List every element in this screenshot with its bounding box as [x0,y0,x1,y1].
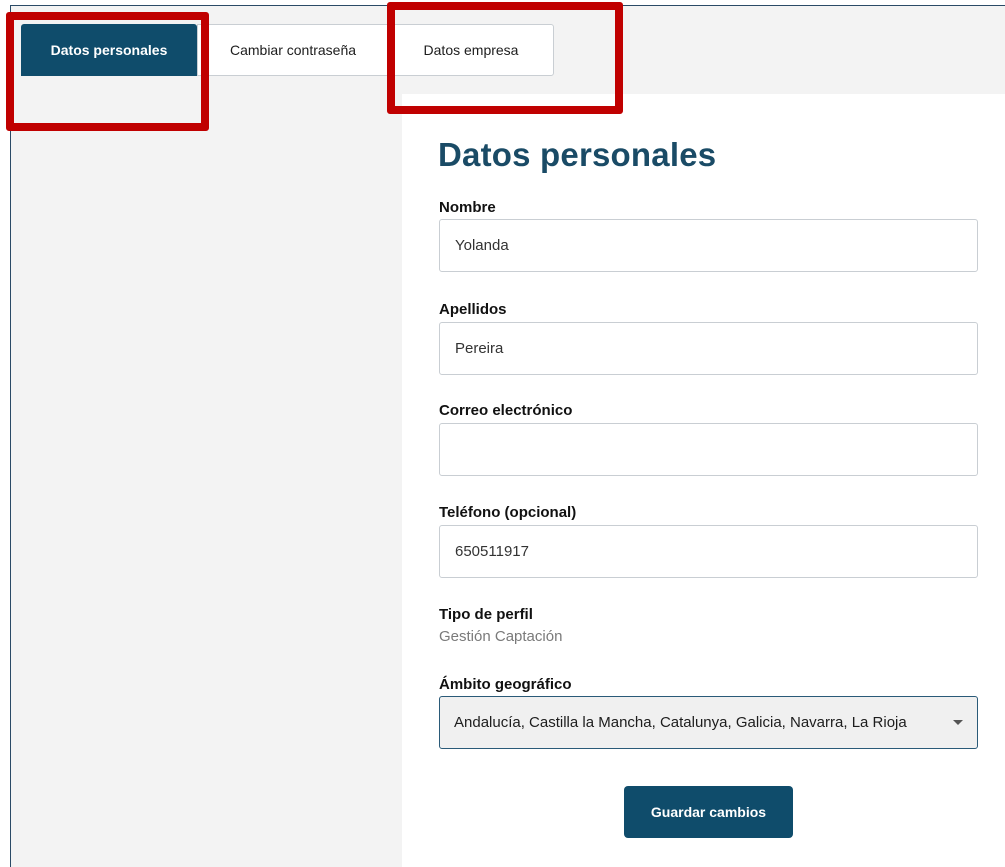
nombre-label: Nombre [439,199,496,216]
personal-data-panel: Datos personales Nombre Apellidos Correo… [402,94,1005,867]
telefono-field[interactable] [439,525,978,578]
apellidos-field[interactable] [439,322,978,375]
nombre-field[interactable] [439,219,978,272]
tipo-perfil-label: Tipo de perfil [439,606,533,623]
telefono-label: Teléfono (opcional) [439,504,577,521]
ambito-selected-value: Andalucía, Castilla la Mancha, Catalunya… [454,714,907,731]
save-button[interactable]: Guardar cambios [624,786,793,838]
tab-datos-empresa[interactable]: Datos empresa [388,24,554,76]
correo-label: Correo electrónico [439,402,573,419]
tab-datos-personales[interactable]: Datos personales [21,24,197,76]
tab-bar: Datos personales Cambiar contraseña Dato… [11,6,1005,94]
page-title: Datos personales [438,136,717,173]
tab-cambiar-contrasena[interactable]: Cambiar contraseña [197,24,388,76]
email-field[interactable] [439,423,978,476]
ambito-label: Ámbito geográfico [439,676,572,693]
chevron-down-icon [953,720,963,725]
ambito-select[interactable]: Andalucía, Castilla la Mancha, Catalunya… [439,696,978,749]
tipo-perfil-value: Gestión Captación [439,628,563,645]
apellidos-label: Apellidos [439,301,507,318]
app-frame: Datos personales Cambiar contraseña Dato… [10,5,1005,867]
